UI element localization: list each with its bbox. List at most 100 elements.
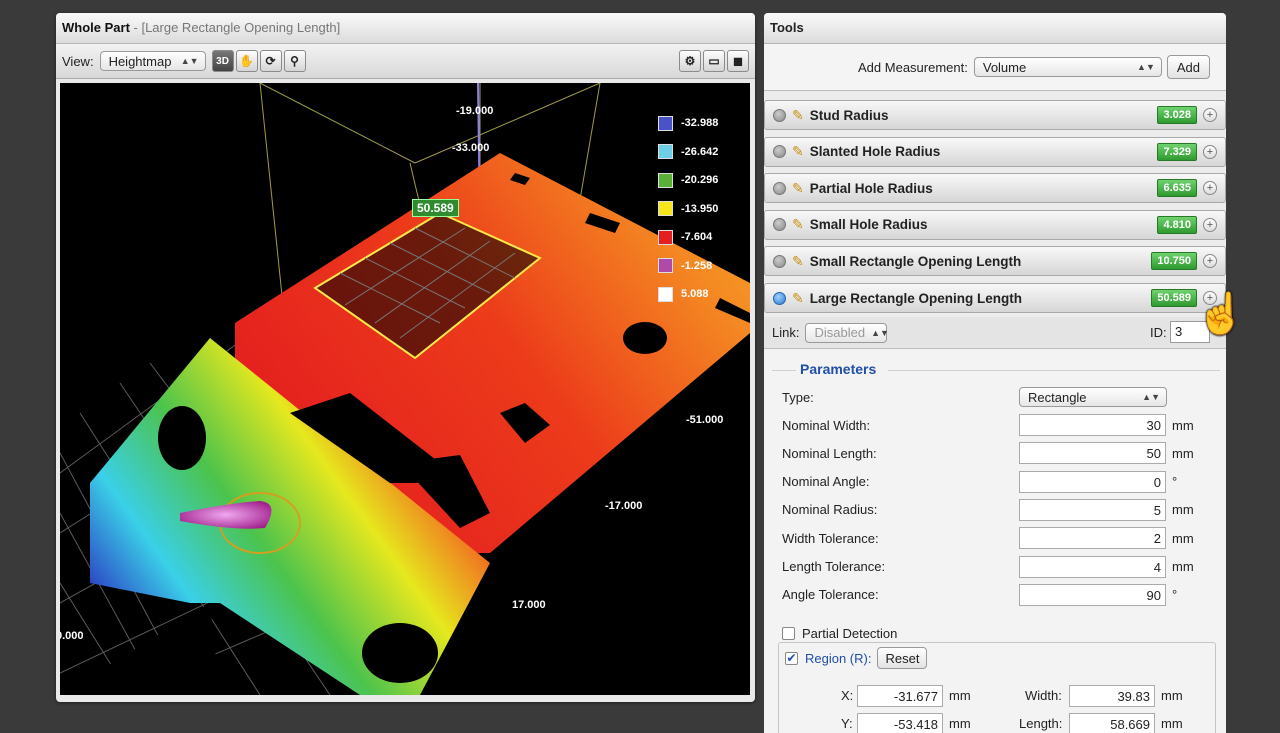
measurement-row[interactable]: ✎ Small Rectangle Opening Length 10.750 + bbox=[764, 246, 1226, 277]
region-width-input[interactable]: 39.83 bbox=[1069, 685, 1155, 707]
legend-item: -20.296 bbox=[658, 166, 718, 195]
select-arrows-icon: ▲▼ bbox=[180, 56, 199, 66]
parameter-input[interactable]: 5 bbox=[1019, 498, 1166, 521]
tools-panel: Tools Add Measurement: Volume ▲▼ Add ✎ St… bbox=[764, 13, 1226, 733]
region-length-input[interactable]: 58.669 bbox=[1069, 713, 1155, 733]
legend-item: -1.258 bbox=[658, 252, 718, 281]
expand-plus-icon[interactable]: + bbox=[1203, 108, 1217, 122]
type-select[interactable]: Rectangle ▲▼ bbox=[1019, 387, 1167, 407]
partial-detection-checkbox[interactable] bbox=[782, 626, 795, 640]
reset-button[interactable]: Reset bbox=[877, 647, 928, 669]
viewer-title: Whole Part bbox=[62, 20, 130, 35]
measurement-row[interactable]: ✎ Partial Hole Radius 6.635 + bbox=[764, 173, 1226, 204]
measurement-row[interactable]: ✎ Stud Radius 3.028 + bbox=[764, 100, 1226, 130]
axis-label: -51.000 bbox=[686, 414, 724, 426]
legend-swatch bbox=[658, 201, 673, 217]
measurement-name: Large Rectangle Opening Length bbox=[809, 290, 1023, 306]
expand-plus-icon[interactable]: + bbox=[1203, 217, 1217, 232]
expand-plus-icon[interactable]: + bbox=[1203, 144, 1217, 159]
axis-label: -33.000 bbox=[452, 142, 490, 154]
parameter-input[interactable]: 30 bbox=[1019, 414, 1166, 436]
measurement-name: Partial Hole Radius bbox=[809, 180, 933, 196]
fullscreen-icon[interactable]: ◼ bbox=[727, 50, 749, 72]
parameter-input[interactable]: 4 bbox=[1019, 555, 1166, 578]
region-x-label: X: bbox=[841, 688, 854, 703]
measurement-value-badge: 7.329 bbox=[1157, 142, 1197, 161]
select-arrows-icon: ▲▼ bbox=[1142, 392, 1160, 402]
measurement-row[interactable]: ✎ Slanted Hole Radius 7.329 + bbox=[764, 136, 1226, 167]
parameter-label: Nominal Angle: bbox=[782, 474, 870, 490]
parameter-unit: mm bbox=[1172, 502, 1194, 518]
measurement-type-select[interactable]: Volume ▲▼ bbox=[973, 57, 1162, 77]
pencil-icon[interactable]: ✎ bbox=[792, 143, 804, 160]
parameters-title: Parameters bbox=[800, 361, 877, 377]
axis-label: 0.000 bbox=[60, 630, 84, 642]
region-y-input[interactable]: -53.418 bbox=[857, 713, 943, 733]
viewer-subtitle: - [Large Rectangle Opening Length] bbox=[129, 20, 341, 35]
rotate-icon[interactable]: ⟳ bbox=[259, 50, 282, 72]
pan-hand-icon[interactable]: ✋ bbox=[235, 50, 258, 72]
legend-item: 5.088 bbox=[658, 280, 718, 309]
region-x-input[interactable]: -31.677 bbox=[857, 685, 943, 707]
id-label: ID: bbox=[1150, 325, 1167, 340]
legend-swatch bbox=[658, 258, 673, 274]
parameter-unit: mm bbox=[1172, 445, 1194, 461]
pencil-icon[interactable]: ✎ bbox=[792, 180, 804, 197]
visibility-dot-icon[interactable] bbox=[773, 254, 786, 268]
legend-swatch bbox=[658, 144, 673, 160]
parameters-section: Parameters Type: Rectangle ▲▼ Nominal Wi… bbox=[764, 349, 1226, 733]
add-measurement-label: Add Measurement: bbox=[858, 59, 968, 75]
viewer-panel: Whole Part - [Large Rectangle Opening Le… bbox=[56, 13, 755, 702]
parameter-unit: ° bbox=[1172, 474, 1178, 490]
axis-label: 17.000 bbox=[512, 599, 546, 611]
measurement-value-badge: 6.635 bbox=[1157, 179, 1197, 198]
measurement-name: Small Hole Radius bbox=[809, 217, 928, 233]
select-arrows-icon: ▲▼ bbox=[871, 327, 889, 338]
measurement-row[interactable]: ✎ Large Rectangle Opening Length 50.589 + bbox=[764, 283, 1226, 313]
parameter-unit: mm bbox=[1172, 530, 1194, 546]
legend-swatch bbox=[658, 286, 673, 302]
measurement-name: Stud Radius bbox=[809, 107, 889, 123]
parameter-unit: mm bbox=[1172, 417, 1194, 433]
legend-swatch bbox=[658, 229, 673, 245]
parameter-input[interactable]: 0 bbox=[1019, 470, 1166, 493]
axis-label: -17.000 bbox=[605, 500, 643, 512]
region-checkbox[interactable]: ✔ bbox=[785, 651, 798, 665]
3d-view-button[interactable]: 3D bbox=[211, 50, 234, 72]
pencil-icon[interactable]: ✎ bbox=[792, 290, 804, 307]
pencil-icon[interactable]: ✎ bbox=[792, 216, 804, 233]
parameter-unit: mm bbox=[1172, 559, 1194, 574]
link-select[interactable]: Disabled ▲▼ bbox=[805, 322, 889, 343]
pencil-icon[interactable]: ✎ bbox=[792, 253, 804, 270]
measurement-value-label: 50.589 bbox=[412, 199, 459, 217]
parameter-label: Nominal Radius: bbox=[782, 502, 878, 518]
view-select-value: Heightmap bbox=[108, 53, 172, 69]
parameter-row: Angle Tolerance: 90 ° bbox=[782, 583, 1222, 607]
legend-item: -32.988 bbox=[658, 109, 718, 138]
parameter-input[interactable]: 2 bbox=[1019, 527, 1166, 550]
zoom-icon[interactable]: ⚲ bbox=[283, 50, 306, 72]
add-button[interactable]: Add bbox=[1166, 55, 1210, 79]
unit-label: mm bbox=[1161, 716, 1183, 731]
settings-gear-icon[interactable]: ⚙ bbox=[679, 50, 701, 72]
add-measurement-row: Add Measurement: Volume ▲▼ Add bbox=[764, 44, 1226, 91]
expand-plus-icon[interactable]: + bbox=[1203, 254, 1217, 269]
parameter-input[interactable]: 90 bbox=[1019, 583, 1166, 606]
visibility-dot-icon[interactable] bbox=[773, 181, 786, 195]
expand-plus-icon[interactable]: + bbox=[1203, 181, 1217, 196]
legend-swatch bbox=[658, 172, 673, 188]
measurement-row[interactable]: ✎ Small Hole Radius 4.810 + bbox=[764, 209, 1226, 240]
parameter-input[interactable]: 50 bbox=[1019, 442, 1166, 465]
parameter-label: Nominal Width: bbox=[782, 417, 871, 433]
visibility-dot-icon[interactable] bbox=[773, 218, 786, 232]
region-box: ✔ Region (R): Reset X: -31.677 mm Width:… bbox=[778, 642, 1216, 733]
pencil-icon[interactable]: ✎ bbox=[792, 107, 804, 124]
region-label: Region (R): bbox=[805, 650, 872, 666]
unit-label: mm bbox=[1161, 688, 1183, 703]
fit-view-icon[interactable]: ▭ bbox=[703, 50, 725, 72]
visibility-dot-icon[interactable] bbox=[773, 291, 786, 305]
3d-viewport[interactable]: 50.589 -19.000 -33.000 -51.000 -17.000 1… bbox=[60, 83, 750, 695]
visibility-dot-icon[interactable] bbox=[773, 108, 786, 122]
view-select[interactable]: Heightmap ▲▼ bbox=[99, 51, 206, 71]
visibility-dot-icon[interactable] bbox=[773, 145, 786, 159]
